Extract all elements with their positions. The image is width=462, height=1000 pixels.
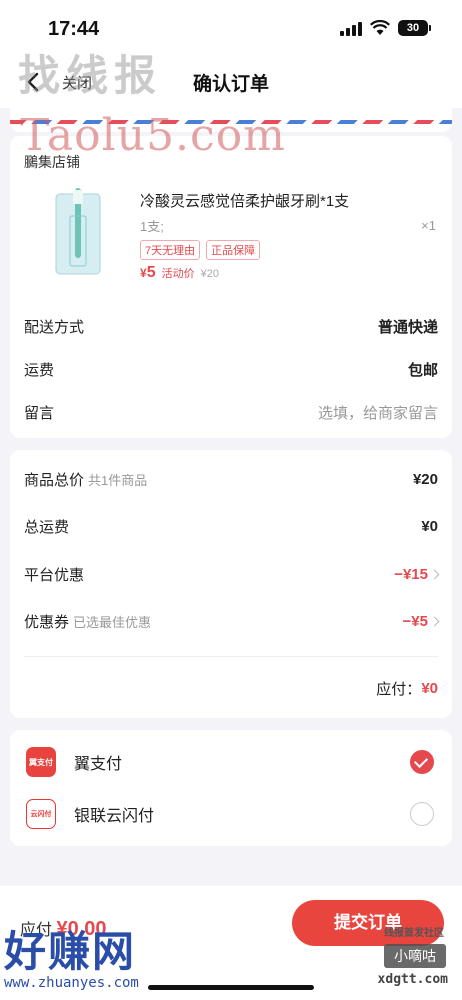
due-row: 应付： ¥0 <box>24 676 438 700</box>
chevron-right-icon <box>429 616 440 626</box>
watermark-bottom-big: 好赚网 <box>4 927 137 976</box>
watermark-bottom-left: 好赚网 www.zhuanyes.com <box>4 918 139 991</box>
coupon-label: 优惠券 <box>24 613 70 631</box>
current-price: ¥5 <box>140 264 156 282</box>
wifi-icon <box>370 20 390 35</box>
promo-price-label: 活动价 <box>161 268 195 280</box>
shipping-label: 运费 <box>24 361 55 379</box>
total-price-label: 商品总价 <box>24 471 85 489</box>
battery-icon: 30 <box>398 20 431 36</box>
due-value: ¥0 <box>421 679 438 697</box>
price-value: 5 <box>146 264 156 281</box>
watermark-taolu: Taolu5.com <box>20 110 286 161</box>
home-indicator <box>148 985 314 990</box>
watermark-top: 找线报 <box>18 51 163 100</box>
payment-methods-card: 翼支付 翼支付 云闪付 银联云闪付 <box>10 730 452 846</box>
delivery-row[interactable]: 配送方式 普通快递 <box>24 314 438 338</box>
order-item-card: 鵩集店铺 冷酸灵云感觉倍柔护龈牙刷*1支 1支; ×1 7天无理由 正品保障 ¥… <box>10 136 452 438</box>
product-quantity: ×1 <box>421 218 436 233</box>
platform-discount-value: −¥15 <box>394 565 428 583</box>
radio-selected-icon[interactable] <box>410 750 434 774</box>
toothbrush-product-image[interactable] <box>50 186 106 278</box>
freight-value: ¥0 <box>421 517 438 535</box>
total-price-value: ¥20 <box>412 470 438 488</box>
shipping-value: 包邮 <box>407 361 438 379</box>
watermark-br-line2: 小嘀咕 <box>384 944 446 968</box>
chevron-right-icon <box>429 569 440 579</box>
status-time: 17:44 <box>48 18 100 40</box>
original-price: ¥20 <box>200 268 219 280</box>
due-label: 应付： <box>376 680 422 698</box>
message-input[interactable]: 选填，给商家留言 <box>318 402 438 423</box>
watermark-bottom-url: www.zhuanyes.com <box>4 975 139 991</box>
shipping-row: 运费 包邮 <box>24 357 438 381</box>
price-summary-card: 商品总价 共1件商品 ¥20 总运费 ¥0 平台优惠 −¥15 优惠券 已选最佳优惠… <box>10 450 452 718</box>
product-title: 冷酸灵云感觉倍柔护龈牙刷*1支 <box>140 193 350 210</box>
coupon-value: −¥5 <box>402 612 428 630</box>
unionpay-quickpass-icon: 云闪付 <box>26 799 56 829</box>
currency-symbol: ¥ <box>140 266 147 280</box>
signal-icon <box>340 20 362 36</box>
message-label: 留言 <box>24 404 55 422</box>
yipay-icon: 翼支付 <box>26 747 56 777</box>
radio-unselected-icon[interactable] <box>410 802 434 826</box>
freight-row: 总运费 ¥0 <box>24 514 438 538</box>
platform-discount-row[interactable]: 平台优惠 −¥15 <box>24 562 440 586</box>
total-price-row: 商品总价 共1件商品 ¥20 <box>24 467 438 491</box>
coupon-hint: 已选最佳优惠 <box>73 614 152 630</box>
watermark-br-line3: xdgtt.com <box>377 972 448 987</box>
product-spec: 1支; <box>140 219 164 234</box>
delivery-value: 普通快递 <box>377 318 438 336</box>
platform-discount-label: 平台优惠 <box>24 566 85 584</box>
delivery-label: 配送方式 <box>24 318 85 336</box>
message-row[interactable]: 留言 选填，给商家留言 <box>24 400 438 424</box>
payment-name: 银联云闪付 <box>74 808 155 825</box>
payment-name: 翼支付 <box>74 756 123 773</box>
watermark-br-line1: 线报首发社区 <box>384 928 444 939</box>
freight-label: 总运费 <box>24 518 70 536</box>
payment-option-unionpay[interactable]: 云闪付 银联云闪付 <box>26 797 436 831</box>
submit-order-button[interactable]: 提交订单 <box>292 900 444 946</box>
tag-authentic: 正品保障 <box>206 240 261 260</box>
item-count: 共1件商品 <box>88 472 148 488</box>
tag-seven-day-return: 7天无理由 <box>140 240 201 260</box>
payment-option-yipay[interactable]: 翼支付 翼支付 <box>26 745 436 779</box>
status-icons: 30 <box>340 20 431 36</box>
product-tags: 7天无理由 正品保障 <box>140 240 261 260</box>
coupon-row[interactable]: 优惠券 已选最佳优惠 −¥5 <box>24 609 440 633</box>
divider <box>24 656 438 657</box>
price-row: ¥5 活动价 ¥20 <box>140 264 219 282</box>
